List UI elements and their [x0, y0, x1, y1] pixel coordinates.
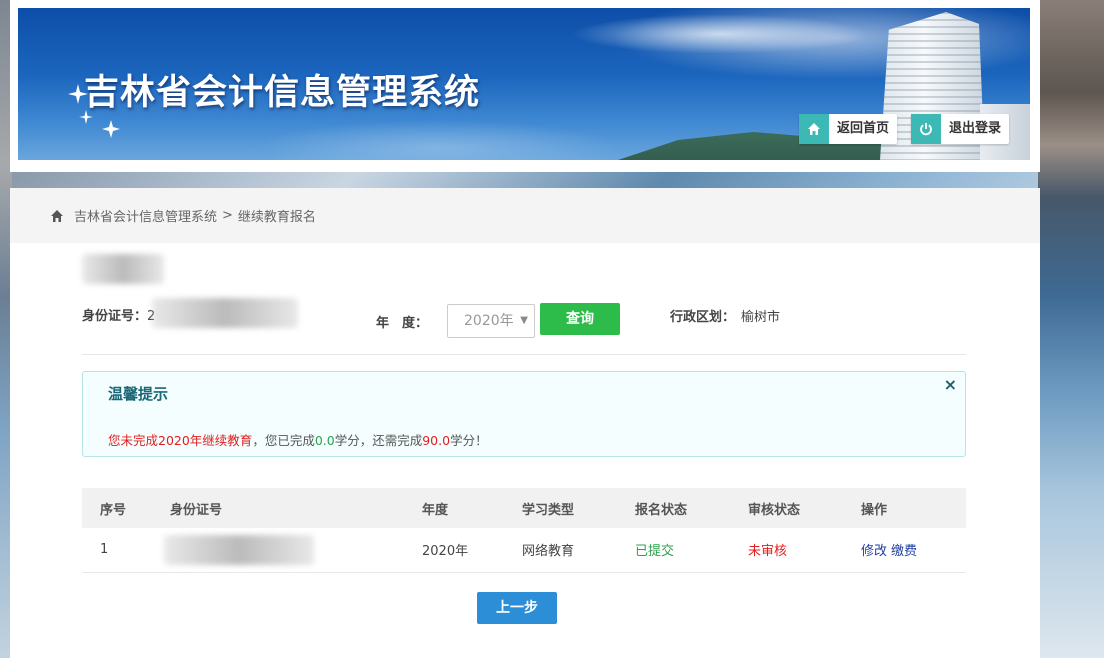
col-header-study-type: 学习类型 [522, 488, 635, 528]
home-button[interactable]: 返回首页 [799, 114, 898, 144]
edit-link[interactable]: 修改 [861, 544, 887, 559]
col-header-id: 身份证号 [170, 488, 422, 528]
col-header-enroll-status: 报名状态 [635, 488, 748, 528]
cell-index: 1 [82, 528, 170, 573]
col-header-year: 年度 [422, 488, 522, 528]
main-content: 吉林省会计信息管理系统 > 继续教育报名 身份证号：2 年 度： 2020年 ▼… [10, 188, 1040, 658]
power-icon [911, 114, 941, 144]
notice-box: 温馨提示 × 您未完成2020年继续教育，您已完成0.0学分，还需完成90.0学… [82, 371, 966, 457]
breadcrumb-item-system[interactable]: 吉林省会计信息管理系统 [74, 206, 217, 225]
divider [82, 354, 966, 355]
cell-study-type: 网络教育 [522, 528, 635, 573]
table-row: 1 2020年 网络教育 已提交 未审核 修改 缴费 [82, 528, 966, 573]
cell-enroll-status: 已提交 [635, 528, 748, 573]
cell-id-redacted [164, 528, 422, 573]
district-label: 行政区划： [670, 310, 736, 325]
logout-button-label: 退出登录 [949, 121, 1002, 136]
previous-step-button[interactable]: 上一步 [477, 592, 557, 624]
breadcrumb-item-current: 继续教育报名 [237, 210, 316, 225]
user-name-redacted [82, 254, 164, 284]
col-header-review-status: 审核状态 [748, 488, 861, 528]
breadcrumb-separator: > [222, 208, 233, 223]
district-value: 榆树市 [741, 310, 781, 325]
home-button-label: 返回首页 [837, 121, 890, 136]
cell-actions: 修改 缴费 [861, 528, 966, 573]
home-icon[interactable] [50, 209, 64, 223]
id-number-label: 身份证号：2 [82, 309, 155, 324]
home-icon [799, 114, 829, 144]
id-number-redacted [152, 298, 298, 328]
cell-review-status: 未审核 [748, 528, 861, 573]
chevron-down-icon: ▼ [520, 315, 528, 326]
query-button[interactable]: 查询 [540, 303, 620, 335]
notice-title: 温馨提示 [108, 385, 169, 403]
logout-button[interactable]: 退出登录 [911, 114, 1010, 144]
breadcrumb: 吉林省会计信息管理系统 > 继续教育报名 [10, 188, 1040, 243]
background-right [1038, 0, 1104, 658]
col-header-actions: 操作 [861, 488, 966, 528]
year-label: 年 度： [376, 316, 429, 331]
enrollment-table: 序号 身份证号 年度 学习类型 报名状态 审核状态 操作 1 2020年 网络教… [82, 488, 966, 573]
banner-cloud [570, 14, 870, 54]
close-icon[interactable]: × [944, 375, 957, 394]
year-select-value: 2020年 [464, 313, 514, 329]
col-header-index: 序号 [82, 488, 170, 528]
table-header-row: 序号 身份证号 年度 学习类型 报名状态 审核状态 操作 [82, 488, 966, 528]
notice-message: 您未完成2020年继续教育，您已完成0.0学分，还需完成90.0学分！ [108, 433, 488, 448]
site-title: 吉林省会计信息管理系统 [84, 73, 481, 113]
pay-link[interactable]: 缴费 [891, 544, 917, 559]
cell-year: 2020年 [422, 528, 522, 573]
year-select[interactable]: 2020年 ▼ [447, 304, 535, 338]
